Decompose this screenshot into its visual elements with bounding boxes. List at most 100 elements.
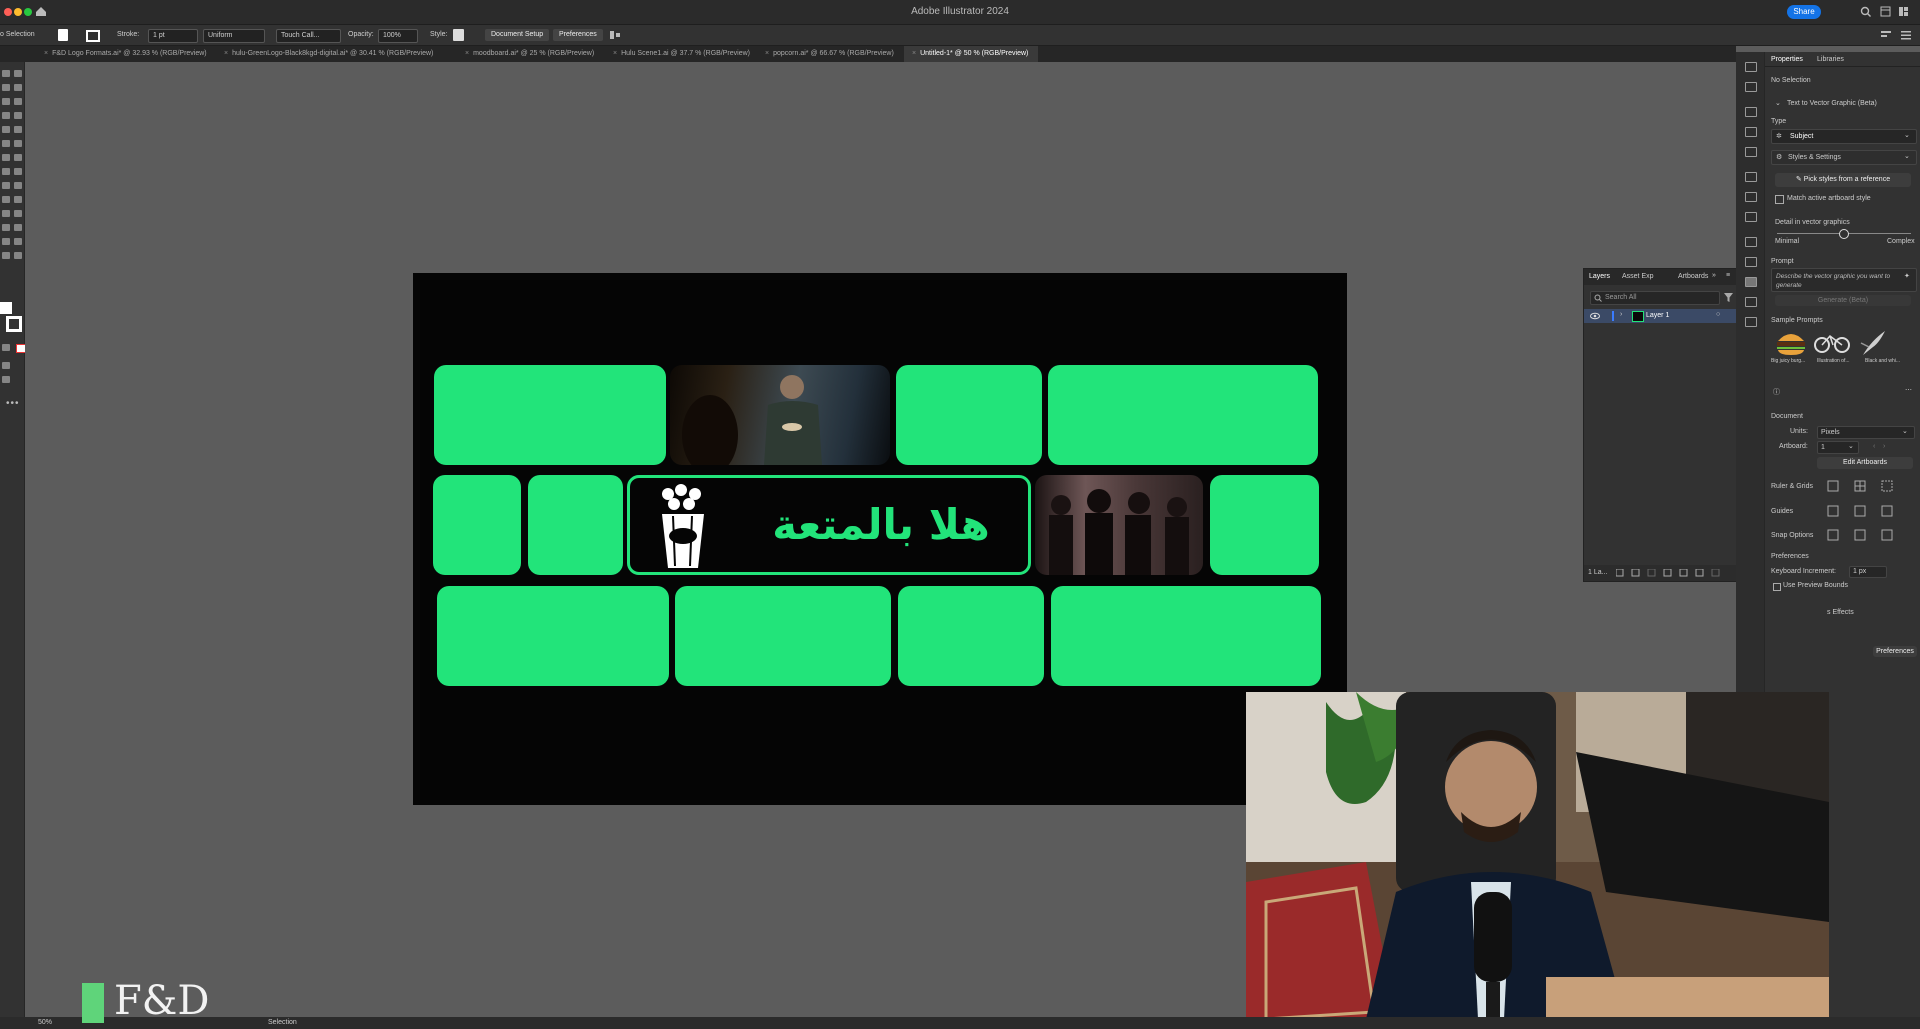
line-tool-icon[interactable] — [14, 112, 22, 119]
ruler-grid-buttons[interactable] — [1827, 480, 1907, 492]
green-cell[interactable] — [1210, 475, 1319, 575]
green-cell[interactable] — [1051, 586, 1321, 686]
align-icon[interactable] — [609, 30, 621, 40]
t2v-section-title[interactable]: Text to Vector Graphic (Beta) — [1787, 100, 1877, 107]
type-tool-icon[interactable] — [2, 112, 10, 119]
tab-popcorn[interactable]: × popcorn.ai* @ 66.67 % (RGB/Preview) — [757, 46, 894, 62]
rectangle-tool-icon[interactable] — [2, 126, 10, 133]
zoom-level[interactable]: 50% — [38, 1019, 52, 1026]
arrange-icon[interactable] — [1880, 6, 1891, 17]
tab-layers[interactable]: Layers — [1589, 273, 1610, 280]
close-tab-icon[interactable]: × — [224, 50, 228, 57]
close-window-icon[interactable] — [4, 8, 12, 16]
stroke-color-icon[interactable] — [6, 316, 22, 332]
green-cell[interactable] — [437, 586, 669, 686]
maximize-window-icon[interactable] — [24, 8, 32, 16]
share-button[interactable]: Share — [1787, 5, 1821, 19]
symbol-sprayer-tool-icon[interactable] — [2, 224, 10, 231]
search-icon[interactable] — [1860, 6, 1871, 17]
align-panel-icon[interactable] — [1745, 127, 1757, 137]
pick-styles-button[interactable]: ✎ Pick styles from a reference — [1775, 173, 1911, 187]
expand-panel-icon[interactable]: » — [1712, 272, 1716, 279]
green-cell[interactable] — [528, 475, 623, 575]
fill-color-icon[interactable] — [0, 302, 12, 314]
eraser-tool-icon[interactable] — [14, 140, 22, 147]
stroke-weight-field[interactable]: 1 pt — [148, 29, 198, 43]
screen-mode-icon[interactable] — [2, 376, 10, 383]
visibility-eye-icon[interactable] — [1590, 312, 1600, 320]
panel-menu-icon[interactable] — [1900, 30, 1912, 40]
pen-tool-icon[interactable] — [2, 98, 10, 105]
asset-export-icon[interactable] — [1745, 297, 1757, 307]
eyedropper-tool-icon[interactable] — [2, 210, 10, 217]
tab-hulu-scene1[interactable]: × Hulu Scene1.ai @ 37.7 % (RGB/Preview) — [605, 46, 750, 62]
artboard-tool-icon[interactable] — [2, 238, 10, 245]
layers-search-input[interactable]: Search All — [1590, 291, 1720, 305]
filter-icon[interactable] — [1724, 293, 1733, 302]
free-transform-tool-icon[interactable] — [14, 168, 22, 175]
zoom-tool-icon[interactable] — [14, 252, 22, 259]
libraries-icon[interactable] — [1745, 82, 1757, 92]
detail-slider-handle[interactable] — [1839, 229, 1849, 239]
brush-definition-dropdown[interactable]: Touch Call... — [276, 29, 341, 43]
panel-menu-icon[interactable]: ≡ — [1726, 272, 1730, 279]
align-options-icon[interactable] — [1880, 30, 1892, 40]
close-tab-icon[interactable]: × — [613, 50, 617, 57]
use-preview-bounds-checkbox[interactable] — [1773, 583, 1781, 591]
gradient-tool-icon[interactable] — [14, 196, 22, 203]
prev-artboard-icon[interactable]: ‹ — [1873, 443, 1875, 450]
curvature-tool-icon[interactable] — [14, 98, 22, 105]
scale-tool-icon[interactable] — [14, 154, 22, 161]
next-artboard-icon[interactable]: › — [1883, 443, 1885, 450]
width-tool-icon[interactable] — [2, 168, 10, 175]
layer-row[interactable]: › Layer 1 ○ — [1584, 309, 1737, 323]
variable-width-profile-dropdown[interactable]: Uniform — [203, 29, 265, 43]
green-cell[interactable] — [896, 365, 1042, 465]
burger-sample-icon[interactable] — [1775, 329, 1807, 355]
target-circle-icon[interactable]: ○ — [1716, 311, 1720, 318]
units-dropdown[interactable]: Pixels ⌄ — [1817, 426, 1915, 439]
draw-mode-icon[interactable] — [2, 362, 10, 369]
artboard[interactable]: هلا بالمتعة — [413, 273, 1347, 805]
green-cell[interactable] — [898, 586, 1044, 686]
type-dropdown[interactable]: ✲ Subject ⌄ — [1771, 129, 1917, 144]
transform-icon[interactable] — [1745, 107, 1757, 117]
magic-wand-tool-icon[interactable] — [2, 84, 10, 91]
tab-artboards[interactable]: Artboards — [1678, 273, 1708, 280]
green-cell[interactable] — [433, 475, 521, 575]
generate-button[interactable]: Generate (Beta) — [1775, 295, 1911, 306]
direct-selection-tool-icon[interactable] — [14, 70, 22, 77]
snap-buttons[interactable] — [1827, 529, 1907, 541]
keyboard-increment-field[interactable]: 1 px — [1849, 566, 1887, 578]
graphic-styles-icon[interactable] — [1745, 257, 1757, 267]
opacity-field[interactable]: 100% — [378, 29, 418, 43]
info-icon[interactable]: ⓘ — [1773, 387, 1780, 397]
paintbrush-tool-icon[interactable] — [14, 126, 22, 133]
more-options-icon[interactable]: ⋯ — [1905, 386, 1912, 394]
close-tab-icon[interactable]: × — [912, 50, 916, 57]
close-tab-icon[interactable]: × — [44, 50, 48, 57]
edit-artboards-button[interactable]: Edit Artboards — [1817, 457, 1913, 469]
photo-man-in-dark-room[interactable] — [670, 365, 890, 465]
more-tools-icon[interactable]: ••• — [6, 398, 20, 409]
photo-band-group[interactable] — [1035, 475, 1203, 575]
selection-tool-icon[interactable] — [2, 70, 10, 77]
document-setup-button[interactable]: Document Setup — [485, 29, 550, 41]
guides-buttons[interactable] — [1827, 505, 1907, 517]
match-artboard-checkbox[interactable] — [1775, 195, 1784, 204]
minimize-window-icon[interactable] — [14, 8, 22, 16]
rotate-tool-icon[interactable] — [2, 154, 10, 161]
tab-moodboard[interactable]: × moodboard.ai* @ 25 % (RGB/Preview) — [457, 46, 594, 62]
appearance-icon[interactable] — [1745, 237, 1757, 247]
stroke-panel-icon[interactable] — [1745, 172, 1757, 182]
pathfinder-icon[interactable] — [1745, 147, 1757, 157]
bicycle-sample-icon[interactable] — [1813, 332, 1851, 354]
shaper-tool-icon[interactable] — [2, 140, 10, 147]
preferences-panel-button[interactable]: Preferences — [1873, 646, 1917, 657]
artboards-icon[interactable] — [1745, 317, 1757, 327]
home-icon[interactable] — [35, 6, 47, 17]
mesh-tool-icon[interactable] — [2, 196, 10, 203]
prompt-input[interactable]: Describe the vector graphic you want to … — [1771, 268, 1917, 292]
bird-sample-icon[interactable] — [1859, 329, 1889, 357]
fill-swatch[interactable] — [58, 29, 68, 41]
